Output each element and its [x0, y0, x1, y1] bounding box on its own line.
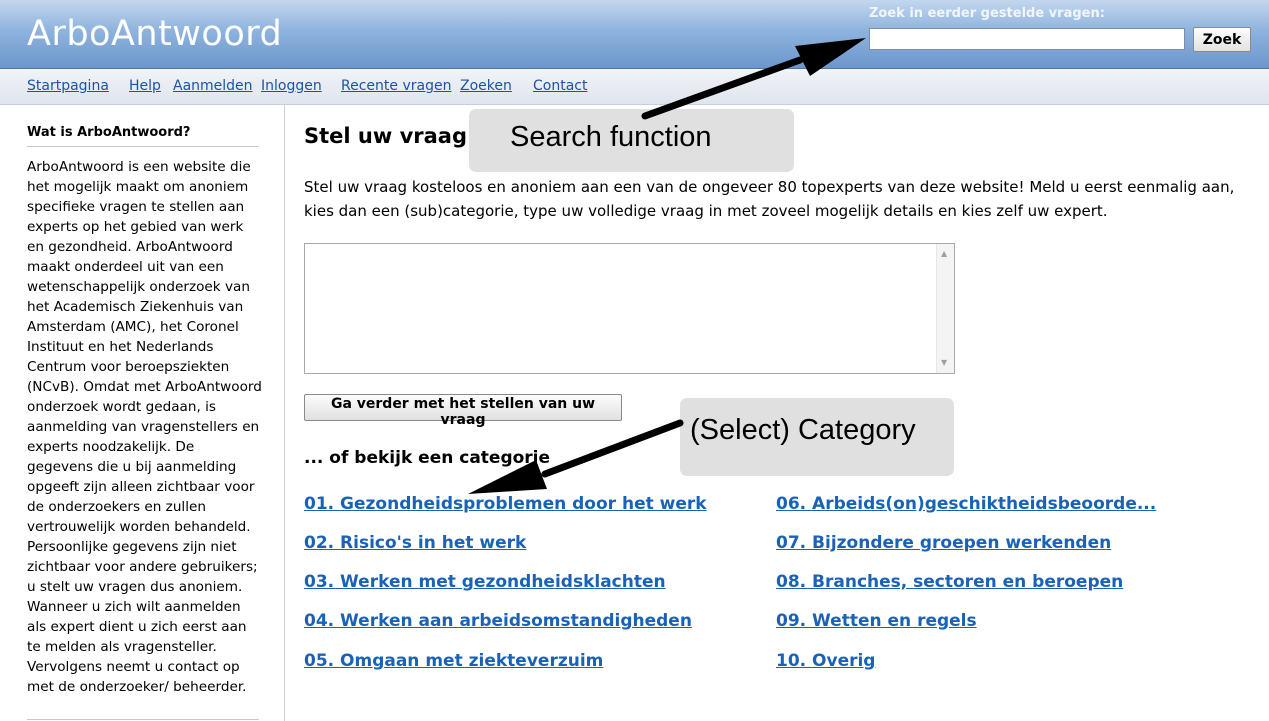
annotation-arrows — [468, 38, 866, 494]
category-arrow-icon — [468, 419, 684, 494]
search-arrow-icon — [641, 38, 866, 120]
